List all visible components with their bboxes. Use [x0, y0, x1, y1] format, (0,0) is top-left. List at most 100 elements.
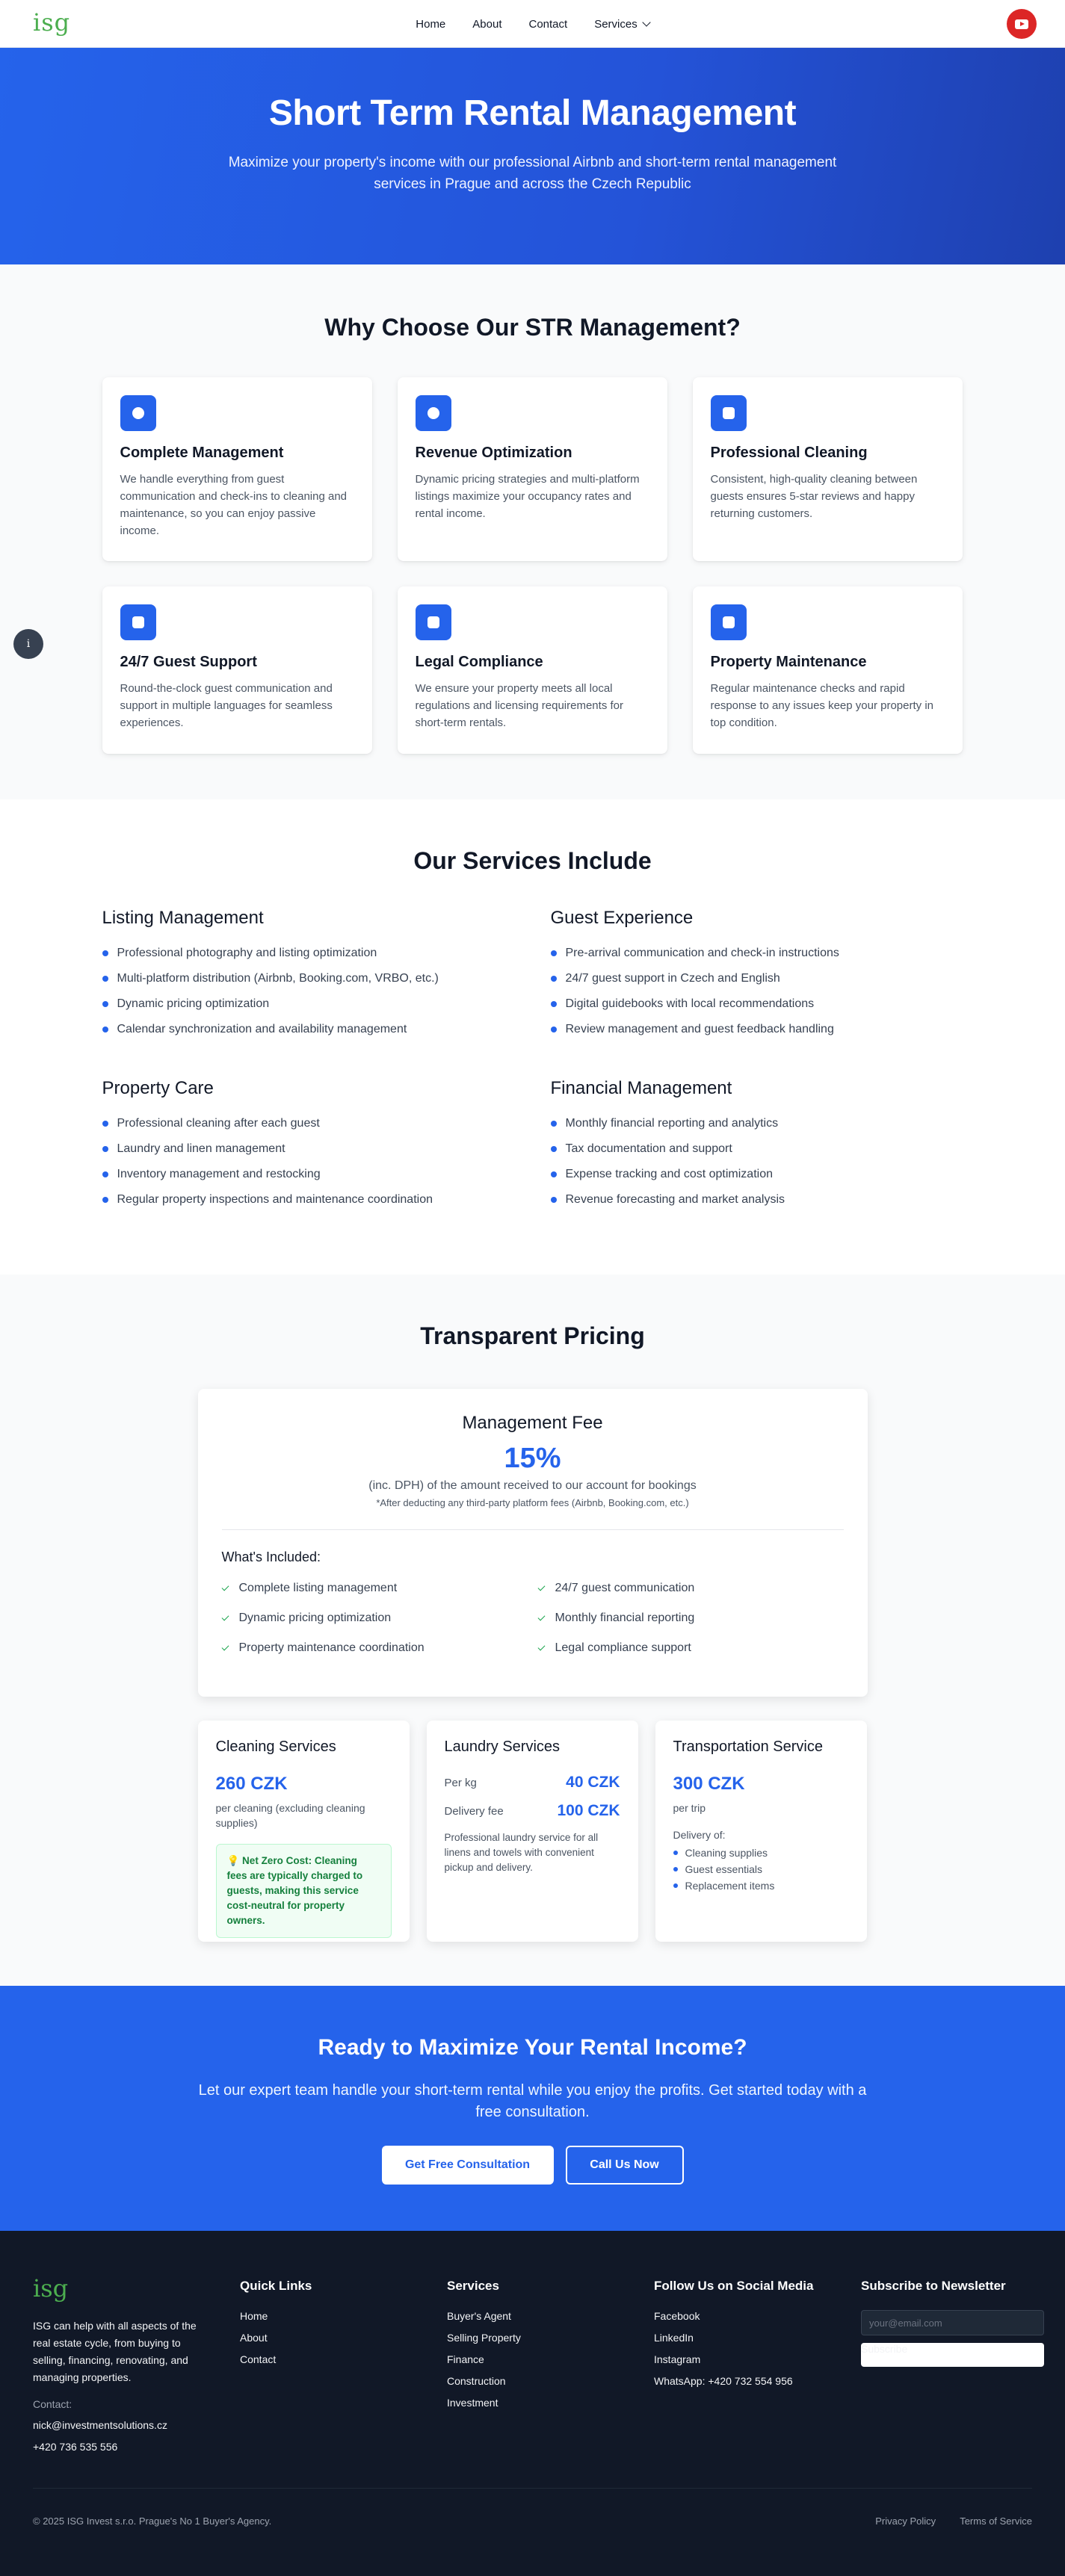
footer-heading: Services [447, 2279, 499, 2293]
footer-link-contact[interactable]: Contact [240, 2353, 447, 2365]
list-item: Monthly financial reporting and analytic… [550, 1117, 981, 1130]
legal-links: Privacy Policy Terms of Service [875, 2515, 1032, 2527]
list-item: 24/7 guest communication [537, 1582, 844, 1595]
feature-text: Consistent, high-quality cleaning betwee… [710, 473, 918, 520]
footer-link-buyers-agent[interactable]: Buyer's Agent [447, 2310, 654, 2322]
youtube-button[interactable] [1007, 9, 1037, 39]
list-item: Professional cleaning after each guest [102, 1117, 551, 1130]
footer-link-construction[interactable]: Construction [447, 2375, 654, 2387]
feature-text: Round-the-clock guest communication and … [120, 682, 333, 729]
list-item: Legal compliance support [537, 1641, 844, 1655]
fee-note: *After deducting any third-party platfor… [221, 1497, 844, 1530]
check-icon [537, 1643, 545, 1651]
delivery-list: Cleaning supplies Guest essentials Repla… [673, 1847, 849, 1892]
services-grid: Listing Management Professional photogra… [84, 908, 981, 1219]
footer-services: Services Buyer's Agent Selling Property … [447, 2276, 654, 2462]
info-floating-button[interactable]: i [13, 629, 43, 659]
list-item: Guest essentials [673, 1863, 849, 1875]
nav-contact[interactable]: Contact [528, 18, 567, 31]
footer-link-selling[interactable]: Selling Property [447, 2332, 654, 2344]
feature-title: Legal Compliance [415, 654, 543, 670]
cta-text: Let our expert team handle your short-te… [198, 2082, 867, 2120]
cleaning-title: Cleaning Services [215, 1739, 336, 1755]
hero-subtitle: Maximize your property's income with our… [228, 155, 837, 192]
services-section: Our Services Include Listing Management … [0, 799, 1065, 1275]
footer-logo[interactable]: isg [33, 2276, 240, 2301]
footer-about-text: ISG can help with all aspects of the rea… [33, 2320, 197, 2383]
feature-card: Legal Compliance We ensure your property… [397, 586, 667, 754]
cleaning-card: Cleaning Services 260 CZK per cleaning (… [197, 1721, 410, 1942]
main-nav: Home About Contact Services [0, 0, 1065, 48]
list-item: Regular property inspections and mainten… [102, 1193, 551, 1207]
footer-link-finance[interactable]: Finance [447, 2353, 654, 2365]
terms-of-service-link[interactable]: Terms of Service [960, 2515, 1032, 2527]
site-header: isg Home About Contact Services [0, 0, 1065, 48]
footer-link-whatsapp[interactable]: WhatsApp: +420 732 554 956 [654, 2375, 861, 2387]
check-icon [221, 1613, 229, 1621]
list-item: Multi-platform distribution (Airbnb, Boo… [102, 972, 551, 985]
feature-title: 24/7 Guest Support [120, 654, 257, 670]
mail-icon [120, 604, 156, 640]
list-item: Review management and guest feedback han… [550, 1023, 981, 1036]
layout-icon [710, 395, 747, 431]
footer-grid: isg ISG can help with all aspects of the… [33, 2276, 1044, 2462]
feature-card: 24/7 Guest Support Round-the-clock guest… [102, 586, 372, 754]
feature-text: We ensure your property meets all local … [415, 682, 624, 729]
list-item: Property maintenance coordination [221, 1641, 538, 1655]
fee-title: Management Fee [462, 1413, 603, 1433]
service-group-title: Guest Experience [550, 908, 694, 928]
feature-card: Complete Management We handle everything… [102, 377, 372, 561]
cta-section: Ready to Maximize Your Rental Income? Le… [0, 1986, 1065, 2231]
hero: Short Term Rental Management Maximize yo… [0, 48, 1065, 264]
footer-link-about[interactable]: About [240, 2332, 447, 2344]
cta-buttons: Get Free Consultation Call Us Now [0, 2146, 1065, 2185]
service-group-title: Listing Management [102, 908, 264, 928]
laundry-description: Professional laundry service for all lin… [444, 1832, 599, 1873]
feature-text: We handle everything from guest communic… [120, 473, 348, 537]
list-item: Professional photography and listing opt… [102, 947, 551, 960]
footer-heading: Subscribe to Newsletter [861, 2279, 1006, 2293]
footer-about: isg ISG can help with all aspects of the… [33, 2276, 240, 2462]
footer-heading: Quick Links [240, 2279, 312, 2293]
check-icon [221, 1583, 229, 1591]
newsletter-email-input[interactable] [861, 2310, 1044, 2335]
transport-price: 300 CZK [673, 1774, 745, 1794]
chevron-down-icon [642, 18, 651, 27]
list-item: Tax documentation and support [550, 1142, 981, 1156]
subscribe-button[interactable]: Subscribe [861, 2343, 1044, 2367]
footer-link-facebook[interactable]: Facebook [654, 2310, 861, 2322]
feature-card: Professional Cleaning Consistent, high-q… [692, 377, 963, 561]
list-item: Cleaning supplies [673, 1847, 849, 1859]
why-title: Why Choose Our STR Management? [324, 314, 741, 341]
footer-link-instagram[interactable]: Instagram [654, 2353, 861, 2365]
footer-social: Follow Us on Social Media Facebook Linke… [654, 2276, 861, 2462]
service-group-listing: Listing Management Professional photogra… [102, 908, 551, 1048]
nav-about[interactable]: About [472, 18, 501, 31]
dashboard-icon [120, 395, 156, 431]
feature-title: Complete Management [120, 445, 284, 461]
call-us-button[interactable]: Call Us Now [565, 2146, 684, 2185]
contact-email[interactable]: nick@investmentsolutions.cz [33, 2419, 240, 2431]
service-group-guest: Guest Experience Pre-arrival communicati… [550, 908, 981, 1048]
list-item: Revenue forecasting and market analysis [550, 1193, 981, 1207]
footer-link-home[interactable]: Home [240, 2310, 447, 2322]
nav-services[interactable]: Services [594, 17, 651, 31]
privacy-policy-link[interactable]: Privacy Policy [875, 2515, 936, 2527]
list-item: Pre-arrival communication and check-in i… [550, 947, 981, 960]
nav-home[interactable]: Home [416, 18, 445, 31]
management-fee-card: Management Fee 15% (inc. DPH) of the amo… [197, 1389, 868, 1697]
contact-phone[interactable]: +420 736 535 556 [33, 2441, 240, 2453]
footer-bottom: © 2025 ISG Invest s.r.o. Prague's No 1 B… [33, 2488, 1032, 2527]
footer-link-linkedin[interactable]: LinkedIn [654, 2332, 861, 2344]
why-section: Why Choose Our STR Management? Complete … [0, 264, 1065, 799]
list-item: Inventory management and restocking [102, 1168, 551, 1181]
nav-services-label: Services [594, 17, 638, 31]
footer-link-investment[interactable]: Investment [447, 2397, 654, 2409]
service-group-title: Financial Management [550, 1078, 732, 1098]
clock-icon [415, 395, 451, 431]
list-item: Complete listing management [221, 1582, 538, 1595]
check-icon [221, 1643, 229, 1651]
check-icon [537, 1583, 545, 1591]
free-consultation-button[interactable]: Get Free Consultation [381, 2146, 554, 2185]
cta-title: Ready to Maximize Your Rental Income? [318, 2035, 747, 2060]
